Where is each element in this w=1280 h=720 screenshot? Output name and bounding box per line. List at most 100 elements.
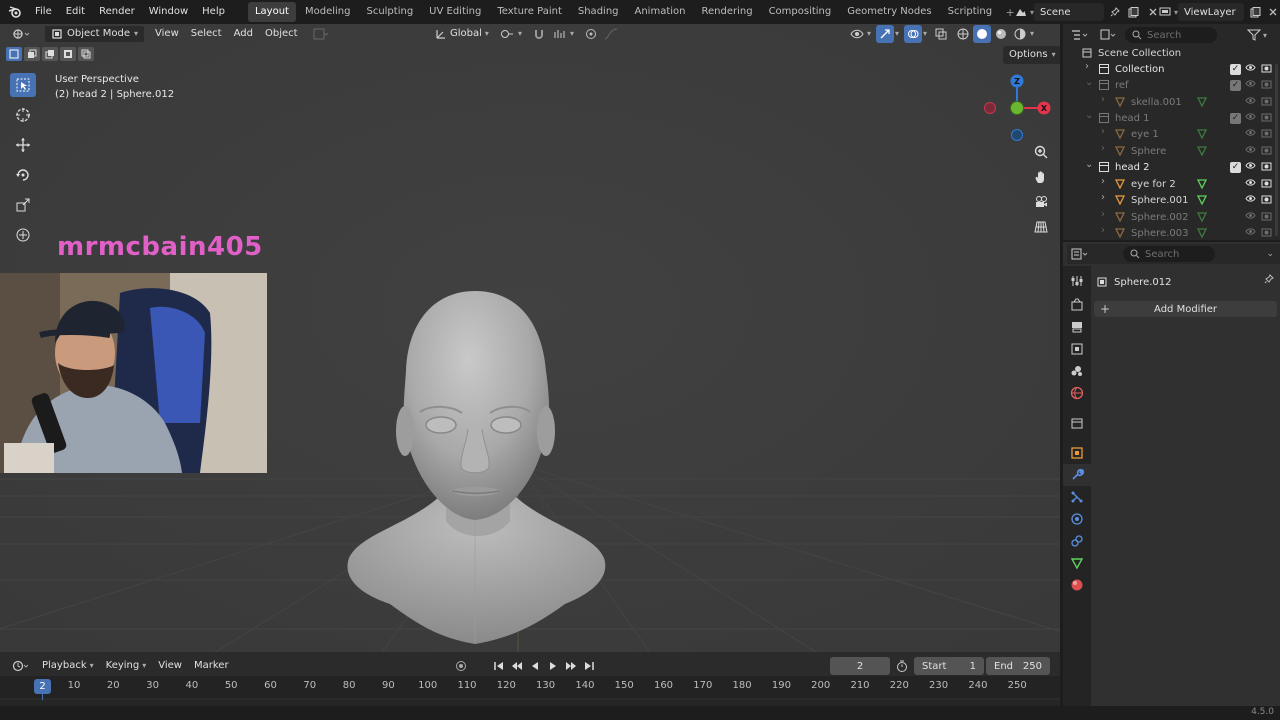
- world-tab-icon[interactable]: [1063, 382, 1091, 404]
- visibility-eye-icon[interactable]: [1245, 227, 1256, 239]
- tab-rendering[interactable]: Rendering: [694, 2, 759, 22]
- jump-end-icon[interactable]: [580, 657, 598, 675]
- visibility-eye-icon[interactable]: [1245, 63, 1256, 75]
- snap-magnet-icon[interactable]: [530, 25, 548, 43]
- collection-tab-icon[interactable]: [1063, 412, 1091, 434]
- outliner-row-head-1[interactable]: ⌄ head 1 ✓: [1063, 110, 1280, 126]
- timeline-editor-icon[interactable]: [8, 657, 34, 675]
- menu-file[interactable]: File: [28, 0, 59, 24]
- menu-help[interactable]: Help: [195, 0, 232, 24]
- tab-texture-paint[interactable]: Texture Paint: [490, 2, 569, 22]
- proportional-edit-icon[interactable]: [582, 25, 600, 43]
- scale-tool[interactable]: [10, 193, 36, 217]
- overlays-toggle-icon[interactable]: [904, 24, 923, 43]
- expand-arrow-icon[interactable]: ›: [1085, 61, 1089, 72]
- auto-keying-icon[interactable]: [452, 657, 470, 675]
- shading-material-icon[interactable]: [992, 25, 1010, 43]
- constraints-tab-icon[interactable]: [1063, 530, 1091, 552]
- tab-shading[interactable]: Shading: [571, 2, 626, 22]
- current-frame-field[interactable]: 2: [830, 657, 890, 675]
- tool-tab-icon[interactable]: [1063, 270, 1091, 292]
- scene-selector[interactable]: ▾ Scene: [1012, 3, 1162, 21]
- cursor-tool[interactable]: [10, 103, 36, 127]
- object-tab-icon[interactable]: [1063, 442, 1091, 464]
- object-data-dropdown-icon[interactable]: [312, 25, 330, 43]
- render-camera-icon[interactable]: [1261, 128, 1272, 141]
- exclude-checkbox[interactable]: ✓: [1230, 80, 1241, 91]
- options-dropdown[interactable]: Options ▾: [1003, 46, 1060, 64]
- transform-tool[interactable]: [10, 223, 36, 247]
- prev-keyframe-icon[interactable]: [508, 657, 526, 675]
- expand-arrow-icon[interactable]: ⌄: [1085, 110, 1093, 121]
- render-camera-icon[interactable]: [1261, 227, 1272, 240]
- end-frame-field[interactable]: End 250: [986, 657, 1050, 675]
- sculpted-head-mesh[interactable]: [340, 286, 615, 648]
- preview-range-icon[interactable]: [893, 657, 911, 675]
- render-tab-icon[interactable]: [1063, 294, 1091, 316]
- delete-view-layer-icon[interactable]: [1264, 3, 1280, 21]
- outliner-row-eye-1[interactable]: › eye 1: [1063, 126, 1280, 142]
- tab-sculpting[interactable]: Sculpting: [359, 2, 420, 22]
- viewport-menu-view[interactable]: View: [149, 25, 185, 43]
- menu-window[interactable]: Window: [142, 0, 195, 24]
- scene-name-field[interactable]: Scene: [1034, 3, 1105, 21]
- outliner-scrollbar[interactable]: [1275, 64, 1278, 236]
- tab-compositing[interactable]: Compositing: [762, 2, 839, 22]
- render-camera-icon[interactable]: [1261, 211, 1272, 224]
- exclude-checkbox[interactable]: ✓: [1230, 113, 1241, 124]
- next-keyframe-icon[interactable]: [562, 657, 580, 675]
- render-camera-icon[interactable]: [1261, 112, 1272, 125]
- tab-animation[interactable]: Animation: [628, 2, 693, 22]
- new-scene-icon[interactable]: [1124, 3, 1142, 21]
- view-layer-selector[interactable]: ▾ ViewLayer: [1156, 3, 1280, 21]
- modifier-tab-icon[interactable]: [1063, 464, 1091, 486]
- tab-scripting[interactable]: Scripting: [941, 2, 999, 22]
- timeline-menu-marker[interactable]: Marker: [188, 657, 235, 675]
- outliner-editor-icon[interactable]: [1067, 26, 1093, 44]
- tab-modeling[interactable]: Modeling: [298, 2, 358, 22]
- zoom-icon[interactable]: [1030, 141, 1052, 163]
- frame-ruler[interactable]: 2 10 20 30 40 50 60 70 80 90 100 110 120 130 140 150 16…: [0, 676, 1060, 698]
- pin-icon[interactable]: [1106, 3, 1124, 21]
- render-camera-icon[interactable]: [1261, 79, 1272, 92]
- outliner-row-eye-for-2[interactable]: › eye for 2: [1063, 176, 1280, 192]
- play-icon[interactable]: [544, 657, 562, 675]
- expand-arrow-icon[interactable]: ⌄: [1085, 77, 1093, 88]
- tab-geometry-nodes[interactable]: Geometry Nodes: [840, 2, 938, 22]
- output-tab-icon[interactable]: [1063, 316, 1091, 338]
- select-invert-icon[interactable]: [60, 47, 76, 61]
- rotate-tool[interactable]: [10, 163, 36, 187]
- pan-hand-icon[interactable]: [1030, 166, 1052, 188]
- visibility-eye-icon[interactable]: [1245, 128, 1256, 140]
- outliner-row-sphere[interactable]: › Sphere: [1063, 143, 1280, 159]
- tab-uv-editing[interactable]: UV Editing: [422, 2, 488, 22]
- material-tab-icon[interactable]: [1063, 574, 1091, 596]
- outliner-row-sphere-003[interactable]: › Sphere.003: [1063, 225, 1280, 241]
- play-reverse-icon[interactable]: [526, 657, 544, 675]
- display-mode-icon[interactable]: [1097, 26, 1119, 44]
- current-frame-indicator[interactable]: 2: [34, 679, 51, 694]
- navigation-gizmo[interactable]: Z X: [980, 74, 1054, 144]
- filter-icon[interactable]: [1245, 26, 1263, 44]
- visibility-eye-icon[interactable]: [1245, 96, 1256, 108]
- expand-arrow-icon[interactable]: ›: [1101, 143, 1105, 154]
- physics-tab-icon[interactable]: [1063, 508, 1091, 530]
- gizmo-toggle-icon[interactable]: [876, 24, 895, 43]
- camera-view-icon[interactable]: [1030, 191, 1052, 213]
- view-layer-tab-icon[interactable]: [1063, 338, 1091, 360]
- gizmo-neg-x-axis[interactable]: [984, 102, 996, 114]
- outliner-row-head-2[interactable]: ⌄ head 2 ✓: [1063, 159, 1280, 175]
- properties-search-field[interactable]: Search: [1123, 246, 1215, 262]
- pivot-point-icon[interactable]: [498, 25, 516, 43]
- select-intersect-icon[interactable]: [78, 47, 94, 61]
- start-frame-field[interactable]: Start 1: [914, 657, 984, 675]
- add-modifier-button[interactable]: + Add Modifier: [1094, 301, 1277, 317]
- perspective-toggle-icon[interactable]: [1030, 216, 1052, 238]
- xray-toggle-icon[interactable]: [932, 25, 950, 43]
- tab-layout[interactable]: Layout: [247, 2, 296, 22]
- render-camera-icon[interactable]: [1261, 194, 1272, 207]
- jump-start-icon[interactable]: [490, 657, 508, 675]
- render-camera-icon[interactable]: [1261, 96, 1272, 109]
- viewport-menu-select[interactable]: Select: [185, 25, 228, 43]
- expand-arrow-icon[interactable]: ›: [1101, 192, 1105, 203]
